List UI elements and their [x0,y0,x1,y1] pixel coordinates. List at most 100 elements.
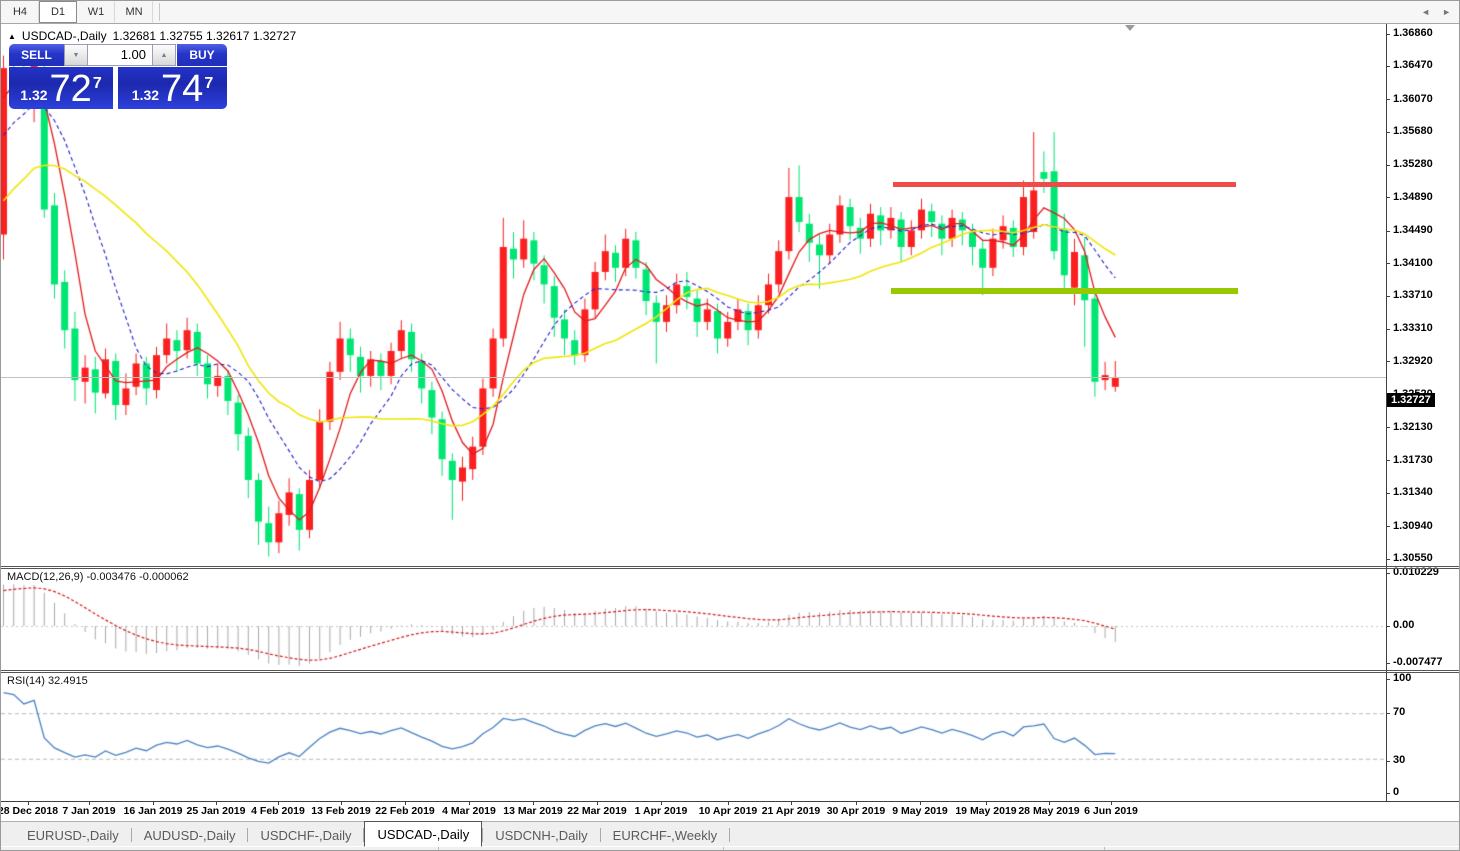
date-axis-label: 4 Mar 2019 [442,805,496,817]
timeframe-button-mn[interactable]: MN [115,1,153,23]
macd-axis-label: 0.00 [1393,619,1414,631]
volume-increase-button[interactable]: ▲ [152,44,176,66]
chevron-down-icon: ▼ [73,52,80,59]
macd-axis-label-tick [1386,626,1390,627]
price-axis-tick [1386,296,1390,297]
macd-axis-label: -0.007477 [1393,656,1443,668]
rsi-axis-label: 100 [1393,672,1411,684]
price-axis-label: 1.36470 [1393,59,1433,71]
tab-usdcaddaily[interactable]: USDCAD-,Daily [364,821,482,847]
price-axis-tick [1386,197,1390,198]
price-axis-tick [1386,427,1390,428]
macd-axis-label-tick [1386,573,1390,574]
sell-big-figure: 1.32 [20,87,47,103]
status-bar-separator [1104,847,1105,851]
date-axis[interactable]: 28 Dec 20187 Jan 201916 Jan 201925 Jan 2… [1,801,1460,822]
chevron-up-icon: ▲ [161,52,168,59]
sell-button[interactable]: SELL [9,44,64,66]
chart-tab-bar: EURUSD-,DailyAUDUSD-,DailyUSDCHF-,DailyU… [1,821,1460,846]
buy-big-figure: 1.32 [132,87,159,103]
date-axis-label: 22 Feb 2019 [375,805,435,817]
price-axis-tick [1386,526,1390,527]
tab-usdchfdaily[interactable]: USDCHF-,Daily [248,825,363,846]
macd-axis-label-tick [1386,663,1390,664]
status-bar-separator [723,847,724,851]
chart-ohlc-values: 1.32681 1.32755 1.32617 1.32727 [113,29,297,43]
rsi-axis-label: 70 [1393,706,1405,718]
date-axis-label: 19 May 2019 [955,805,1016,817]
tab-nav-arrows: ◄ ► [1421,7,1451,17]
price-axis-tick [1386,329,1390,330]
panel-separator [1,672,1460,673]
price-axis-label: 1.33310 [1393,322,1433,334]
panel-separator [1,568,1460,569]
price-axis-tick [1386,165,1390,166]
tab-usdcnhdaily[interactable]: USDCNH-,Daily [483,825,599,846]
sell-price-button[interactable]: 1.32 72 7 [9,67,113,109]
price-axis[interactable]: 1.368601.364701.360701.356801.352801.348… [1386,24,1460,801]
buy-pipette: 7 [204,75,213,93]
price-axis-label: 1.36070 [1393,93,1433,105]
price-axis-label: 1.35680 [1393,125,1433,137]
timeframe-button-d1[interactable]: D1 [39,1,77,23]
current-price-tag: 1.32727 [1387,393,1435,407]
price-axis-tick [1386,361,1390,362]
date-axis-label: 28 May 2019 [1018,805,1079,817]
rsi-axis-label-tick [1386,713,1390,714]
timeframe-button-w1[interactable]: W1 [77,1,115,23]
price-axis-tick [1386,231,1390,232]
resistance-trendline[interactable] [893,182,1236,187]
buy-pips: 74 [161,72,203,106]
rsi-axis-label: 0 [1393,786,1399,798]
volume-decrease-button[interactable]: ▼ [64,44,88,66]
rsi-axis-label-tick [1386,761,1390,762]
date-axis-label: 7 Jan 2019 [62,805,115,817]
price-axis-label: 1.33710 [1393,289,1433,301]
price-axis-tick [1386,263,1390,264]
timeframe-toolbar: H4D1W1MN [1,1,1460,24]
price-axis-label: 1.35280 [1393,158,1433,170]
price-axis-label: 1.36860 [1393,27,1433,39]
rsi-axis-label-tick [1386,679,1390,680]
date-axis-label: 21 Apr 2019 [762,805,821,817]
date-axis-label: 10 Apr 2019 [699,805,758,817]
chart-title: ▲ USDCAD-,Daily 1.32681 1.32755 1.32617 … [8,29,296,43]
price-axis-label: 1.34100 [1393,257,1433,269]
date-axis-label: 25 Jan 2019 [187,805,246,817]
date-axis-label: 13 Feb 2019 [311,805,371,817]
tab-eurchfweekly[interactable]: EURCHF-,Weekly [601,825,730,846]
date-axis-label: 6 Jun 2019 [1084,805,1138,817]
tab-audusddaily[interactable]: AUDUSD-,Daily [132,825,248,846]
tab-scroll-left-icon[interactable]: ◄ [1421,7,1430,17]
tab-separator [729,828,730,842]
date-axis-label: 30 Apr 2019 [827,805,886,817]
price-axis-tick [1386,34,1390,35]
price-axis-label: 1.30940 [1393,520,1433,532]
tab-eurusddaily[interactable]: EURUSD-,Daily [15,825,131,846]
tab-scroll-right-icon[interactable]: ► [1442,7,1451,17]
rsi-axis-label: 30 [1393,754,1405,766]
timeframe-button-h4[interactable]: H4 [1,1,39,23]
price-axis-tick [1386,559,1390,560]
rsi-indicator-label: RSI(14) 32.4915 [7,675,88,687]
support-trendline[interactable] [891,288,1238,294]
price-axis-label: 1.32130 [1393,421,1433,433]
trading-terminal-window: H4D1W1MN ▲ USDCAD-,Daily 1.32681 1.32755… [0,0,1460,851]
chart-region: ▲ USDCAD-,Daily 1.32681 1.32755 1.32617 … [1,24,1460,821]
price-axis-tick [1386,99,1390,100]
collapse-arrow-icon[interactable]: ▲ [8,32,16,41]
status-bar [1,846,1460,851]
macd-indicator-label: MACD(12,26,9) -0.003476 -0.000062 [7,571,189,583]
date-axis-label: 28 Dec 2018 [0,805,58,817]
panel-separator [1,566,1460,567]
one-click-trade-panel: SELL ▼ 1.00 ▲ BUY 1.32 72 7 1.32 74 7 [9,44,227,109]
chart-shift-marker-icon [1125,25,1135,31]
volume-input[interactable]: 1.00 [88,44,152,66]
price-axis-label: 1.31340 [1393,486,1433,498]
buy-price-button[interactable]: 1.32 74 7 [118,67,227,109]
price-axis-tick [1386,460,1390,461]
status-bar-separator [438,847,439,851]
chart-canvas[interactable] [1,24,1386,801]
panel-separator [1,670,1460,671]
buy-button[interactable]: BUY [177,44,227,66]
